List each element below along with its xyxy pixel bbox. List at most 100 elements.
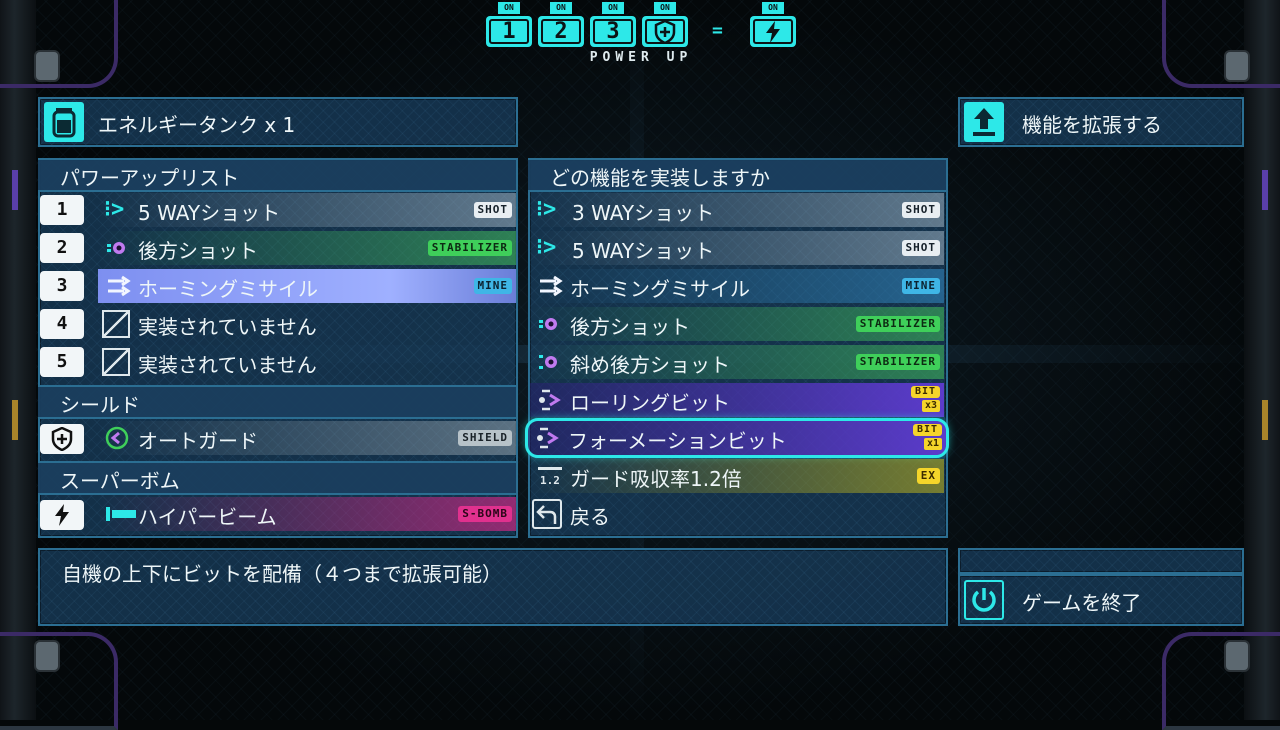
equals-sign: =: [712, 20, 723, 41]
power-up-title: POWER UP: [589, 50, 693, 65]
slot-number-2: 2: [40, 233, 84, 263]
description-text: 自機の上下にビットを配備（４つまで拡張可能）: [62, 562, 502, 586]
bit-icon: [536, 387, 562, 413]
frame-strip: [1262, 400, 1268, 440]
type-tag: BIT: [910, 386, 940, 398]
quit-panel-top: [958, 548, 1244, 574]
type-tag: SHOT: [473, 202, 512, 218]
power-slot-bomb: [750, 16, 796, 47]
quit-button-label: ゲームを終了: [1022, 591, 1142, 615]
power-icon: [964, 580, 1004, 620]
expand-button-label: 機能を拡張する: [1022, 113, 1162, 137]
beam-icon: [104, 501, 136, 527]
svg-text:1.2: 1.2: [540, 474, 560, 487]
power-slot-3: 3: [590, 16, 636, 47]
expand-button[interactable]: 機能を拡張する: [958, 97, 1244, 147]
frame-corner: [1162, 632, 1280, 730]
upload-icon: [964, 102, 1004, 142]
frame-corner: [1162, 0, 1280, 88]
power-up-status: ON 1 ON 2 ON 3 ON = ON POWER UP: [486, 0, 796, 72]
shield-item[interactable]: オートガード SHIELD: [98, 421, 516, 455]
power-slot-1: 1: [486, 16, 532, 47]
stabilizer-icon: [536, 311, 562, 337]
auto-guard-icon: [104, 425, 130, 451]
type-tag: S-BOMB: [458, 506, 512, 522]
shield-slot-tile: [40, 424, 84, 454]
guard-multiplier-icon: 1.2: [536, 463, 562, 489]
frame-strip: [12, 400, 18, 440]
energy-tank-icon: [44, 102, 84, 142]
type-tag: MINE: [473, 278, 512, 294]
shield-header: シールド: [38, 385, 516, 419]
slot-on-label: ON: [762, 2, 784, 14]
frame-pin: [1224, 50, 1250, 82]
frame-strip: [1262, 170, 1268, 210]
frame-left: [0, 0, 36, 720]
frame-right: [1244, 0, 1280, 720]
missile-icon: [104, 273, 131, 299]
choose-item-5way-shot[interactable]: ⁝> 5 WAYショット SHOT: [530, 231, 944, 265]
type-tag: STABILIZER: [427, 240, 512, 256]
shield-icon: [654, 19, 676, 44]
type-tag: STABILIZER: [855, 316, 940, 332]
power-list-item-5[interactable]: 実装されていません: [98, 345, 516, 379]
empty-slot-icon: [102, 310, 130, 338]
return-icon: [532, 499, 562, 529]
frame-pin: [34, 640, 60, 672]
choose-header: どの機能を実装しますか: [528, 158, 946, 192]
super-bomb-header: スーパーボム: [38, 461, 516, 495]
bolt-icon: [55, 504, 69, 526]
choose-item-rolling-bit[interactable]: ローリングビット BIT x3: [530, 383, 944, 417]
shot-icon: ⁝>: [536, 235, 557, 260]
choose-item-back-shot[interactable]: 後方ショット STABILIZER: [530, 307, 944, 341]
slot-number-5: 5: [40, 347, 84, 377]
choose-item-back[interactable]: 戻る: [530, 497, 944, 531]
empty-slot-icon: [102, 348, 130, 376]
energy-tank-label: エネルギータンク x 1: [98, 113, 296, 137]
energy-tank-panel: エネルギータンク x 1: [38, 97, 518, 147]
power-list-header: パワーアップリスト: [38, 158, 516, 192]
type-tag: EX: [916, 468, 940, 484]
slot-on-label: ON: [550, 2, 572, 14]
frame-strip: [12, 170, 18, 210]
slot-on-label: ON: [654, 2, 676, 14]
shot-icon: ⁝>: [104, 197, 125, 222]
power-list-item-3[interactable]: ホーミングミサイル MINE: [98, 269, 516, 303]
slot-number-3: 3: [40, 271, 84, 301]
slot-on-label: ON: [602, 2, 624, 14]
bomb-slot-tile: [40, 500, 84, 530]
shot-icon: ⁝>: [536, 197, 557, 222]
choose-item-diagonal-back-shot[interactable]: 斜め後方ショット STABILIZER: [530, 345, 944, 379]
shield-icon: [51, 426, 73, 452]
slot-number-4: 4: [40, 309, 84, 339]
type-tag: SHIELD: [458, 430, 512, 446]
quit-button[interactable]: ゲームを終了: [958, 574, 1244, 626]
super-bomb-item[interactable]: ハイパービーム S-BOMB: [98, 497, 516, 531]
bit-count-badge: x1: [923, 438, 942, 450]
power-list-item-2[interactable]: 後方ショット STABILIZER: [98, 231, 516, 265]
slot-on-label: ON: [498, 2, 520, 14]
type-tag: STABILIZER: [855, 354, 940, 370]
description-panel: 自機の上下にビットを配備（４つまで拡張可能）: [38, 548, 948, 626]
bolt-icon: [766, 20, 780, 43]
choose-item-3way-shot[interactable]: ⁝> 3 WAYショット SHOT: [530, 193, 944, 227]
frame-pin: [1224, 640, 1250, 672]
type-tag: SHOT: [901, 202, 940, 218]
type-tag: BIT: [912, 424, 942, 436]
missile-icon: [536, 273, 563, 299]
slot-number-1: 1: [40, 195, 84, 225]
power-slot-shield: [642, 16, 688, 47]
power-slot-2: 2: [538, 16, 584, 47]
power-list-item-4[interactable]: 実装されていません: [98, 307, 516, 341]
type-tag: MINE: [901, 278, 940, 294]
frame-pin: [34, 50, 60, 82]
choose-item-homing-missile[interactable]: ホーミングミサイル MINE: [530, 269, 944, 303]
stabilizer-icon: [104, 235, 130, 261]
stabilizer-icon: [536, 349, 562, 375]
choose-item-formation-bit[interactable]: フォーメーションビット BIT x1: [525, 418, 949, 458]
type-tag: SHOT: [901, 240, 940, 256]
power-list-item-1[interactable]: ⁝> 5 WAYショット SHOT: [98, 193, 516, 227]
bit-count-badge: x3: [921, 400, 940, 412]
choose-item-guard-absorb[interactable]: 1.2 ガード吸収率1.2倍 EX: [530, 459, 944, 493]
bit-icon: [534, 425, 560, 451]
